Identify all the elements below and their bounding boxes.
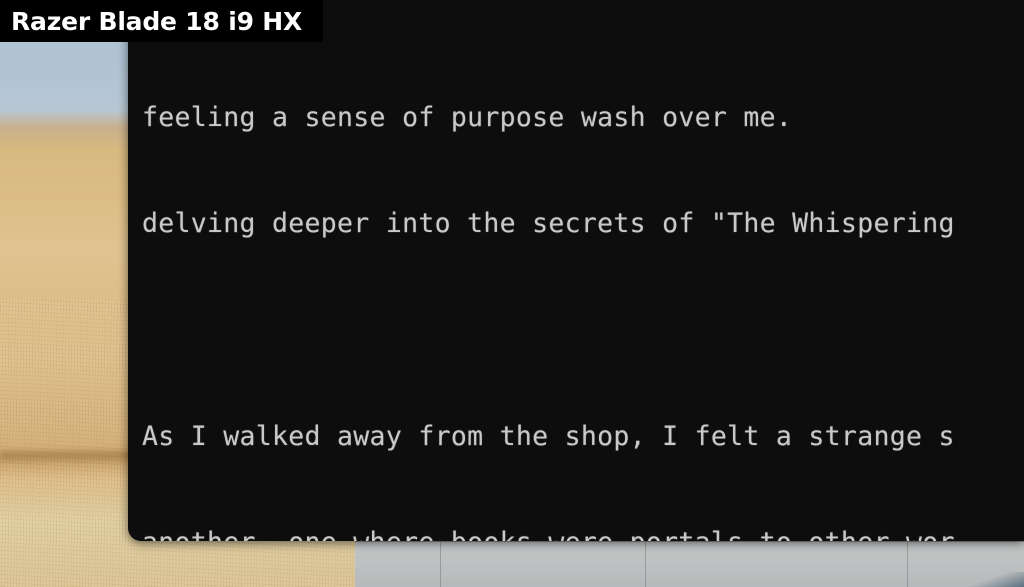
video-title-banner: Razer Blade 18 i9 HX: [0, 0, 323, 42]
panel-corner-accent: [967, 572, 1024, 587]
terminal-window[interactable]: feeling a sense of purpose wash over me.…: [128, 0, 1024, 541]
terminal-output-line: feeling a sense of purpose wash over me.: [142, 102, 793, 134]
panel-divider: [907, 542, 908, 587]
terminal-output: feeling a sense of purpose wash over me.…: [142, 0, 1024, 541]
terminal-output-line: another, one where books were portals to…: [142, 525, 1024, 541]
terminal-output-line: delving deeper into the secrets of "The …: [142, 208, 955, 240]
terminal-output-line: As I walked away from the shop, I felt a…: [142, 420, 955, 452]
panel-divider: [440, 542, 441, 587]
screenshot-root: feeling a sense of purpose wash over me.…: [0, 0, 1024, 587]
title-banner-label: Razer Blade 18 i9 HX: [11, 6, 303, 36]
panel-divider: [645, 542, 646, 587]
desktop-bottom-panel[interactable]: [355, 541, 1024, 587]
